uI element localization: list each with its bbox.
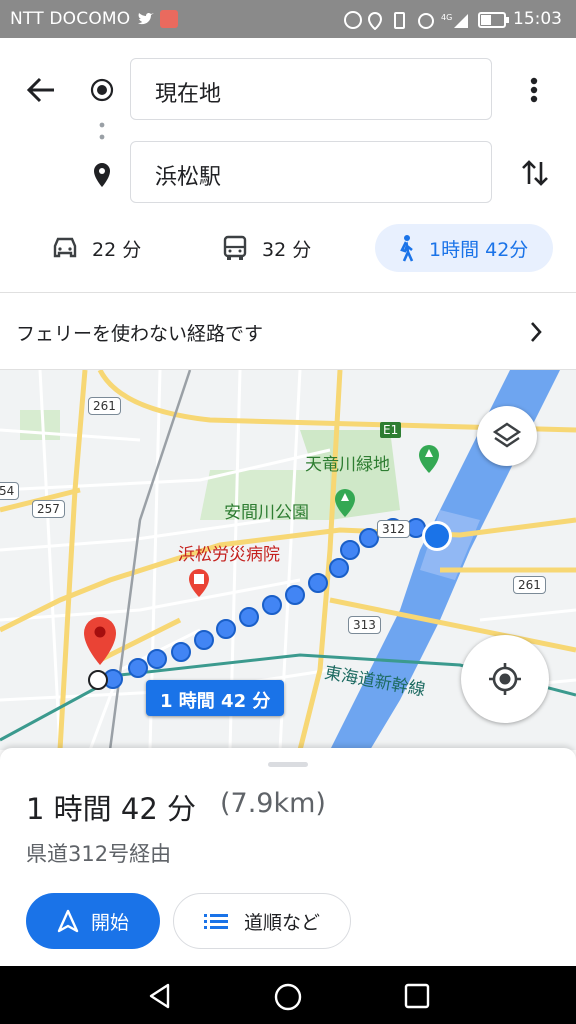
twitter-icon <box>138 12 154 25</box>
my-location-button[interactable] <box>461 635 549 723</box>
hospital-icon <box>189 569 209 597</box>
home-circle-icon[interactable] <box>273 982 303 1012</box>
svg-text:4G: 4G <box>441 13 452 22</box>
mode-driving-label: 22 分 <box>92 238 142 261</box>
chevron-right-icon <box>531 322 542 342</box>
destination-field[interactable]: 浜松駅 <box>130 141 492 203</box>
list-icon <box>203 914 228 929</box>
expressway-shield-e1: E1 <box>380 422 402 438</box>
drag-handle[interactable] <box>268 762 308 767</box>
mode-transit[interactable]: 32 分 <box>220 224 311 272</box>
map-label-hospital: 浜松労災病院 <box>178 545 280 565</box>
route-dots-icon <box>99 122 105 140</box>
steps-button-label: 道順など <box>243 911 320 934</box>
map-label-park-azuma: 安間川公園 <box>224 503 309 523</box>
park-icon <box>419 445 439 473</box>
road-shield-261: 261 <box>88 397 121 415</box>
route-duration: 1 時間 42 分 <box>26 792 197 826</box>
route-duration-badge[interactable]: 1 時間 42 分 <box>146 680 285 716</box>
carrier-name: NTT DOCOMO <box>10 9 131 29</box>
road-shield-54: 54 <box>0 482 20 500</box>
ferry-notice-text: フェリーを使わない経路です <box>16 323 264 345</box>
mode-transit-label: 32 分 <box>262 238 312 261</box>
crosshair-icon <box>489 663 521 695</box>
mode-walking-label: 1時間 42分 <box>429 238 529 261</box>
road-shield-312: 312 <box>377 520 410 538</box>
steps-button[interactable]: 道順など <box>173 893 351 949</box>
directions-header: 現在地 浜松駅 22 分 32 分 1時間 42分 <box>0 38 576 292</box>
navigation-arrow-icon <box>57 909 79 933</box>
route-distance: (7.9km) <box>220 788 326 819</box>
battery-icon <box>478 12 509 28</box>
origin-field[interactable]: 現在地 <box>130 58 492 120</box>
recents-square-icon[interactable] <box>404 983 430 1009</box>
start-navigation-button[interactable]: 開始 <box>26 893 160 949</box>
layers-button[interactable] <box>477 406 537 466</box>
back-triangle-icon[interactable] <box>146 982 174 1010</box>
bus-icon <box>223 235 247 260</box>
route-via: 県道312号経由 <box>26 842 172 866</box>
back-arrow-icon[interactable] <box>26 76 56 104</box>
map-label-park-tenryu: 天竜川緑地 <box>305 455 390 475</box>
clock: 15:03 <box>513 9 562 29</box>
system-nav-bar <box>0 966 576 1024</box>
park-icon-2 <box>335 489 355 517</box>
ferry-notice[interactable]: フェリーを使わない経路です <box>0 292 576 370</box>
destination-pin-icon <box>94 163 110 187</box>
notification-icon <box>160 10 178 28</box>
swap-icon[interactable] <box>520 158 550 188</box>
road-shield-261b: 261 <box>513 576 546 594</box>
road-shield-313: 313 <box>348 616 381 634</box>
layers-icon <box>492 422 522 448</box>
map-view[interactable]: 261 257 54 312 313 261 E1 天竜川緑地 安間川公園 浜松… <box>0 370 576 750</box>
destination-map-pin-icon[interactable] <box>82 616 118 666</box>
status-bar: NTT DOCOMO 4G 15:03 <box>0 0 576 38</box>
start-button-label: 開始 <box>90 911 129 934</box>
car-icon <box>53 237 77 258</box>
walk-icon <box>400 235 414 262</box>
road-shield-257: 257 <box>32 500 65 518</box>
mode-walking[interactable]: 1時間 42分 <box>375 224 553 272</box>
more-options-icon[interactable] <box>528 76 540 106</box>
route-sheet: 1 時間 42 分 (7.9km) 県道312号経由 開始 道順など <box>0 748 576 966</box>
mode-driving[interactable]: 22 分 <box>50 224 141 272</box>
origin-marker-icon <box>90 78 114 102</box>
status-icons: 4G <box>344 11 468 30</box>
